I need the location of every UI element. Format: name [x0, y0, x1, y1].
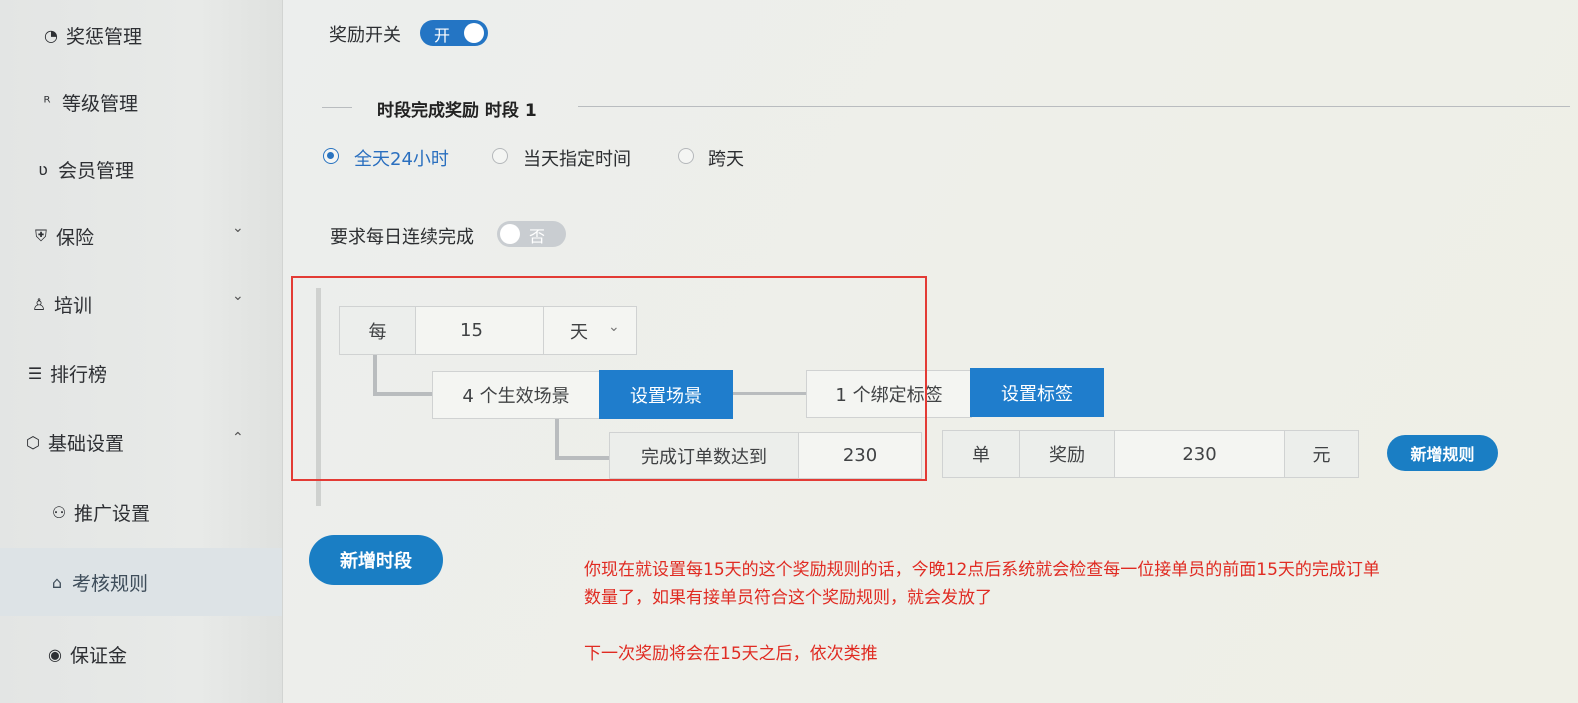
tree-connector: [373, 355, 377, 395]
tree-connector: [555, 456, 610, 460]
add-rule-button-label: 新增规则: [1410, 445, 1475, 464]
set-scene-button[interactable]: 设置场景: [599, 370, 733, 419]
period-input[interactable]: 15: [415, 306, 544, 355]
annotation-line-2: 数量了，如果有接单员符合这个奖励规则，就会发放了: [584, 588, 992, 608]
divider-right: [578, 106, 1570, 107]
annotation-line-1: 你现在就设置每15天的这个奖励规则的话，今晚12点后系统就会检查每一位接单员的前…: [584, 560, 1380, 580]
consecutive-label: 要求每日连续完成: [330, 227, 474, 248]
sidebar-item-levels[interactable]: ᴿ 等级管理: [0, 74, 282, 130]
order-count-input[interactable]: 230: [798, 432, 922, 479]
order-count-value: 230: [842, 445, 878, 466]
tag-count-text: 1 个绑定标签: [835, 385, 943, 406]
reward-unit: 元: [1312, 445, 1331, 466]
complete-label: 完成订单数达到: [641, 446, 767, 468]
reward-amount-value: 230: [1182, 443, 1217, 465]
set-tag-button-label: 设置标签: [1001, 383, 1073, 405]
toggle-state-text: 否: [529, 227, 546, 246]
complete-label-box: 完成订单数达到: [609, 432, 799, 479]
scene-count-box: 4 个生效场景: [432, 371, 600, 419]
sidebar-item-promotion-settings[interactable]: ⚇ 推广设置: [0, 484, 282, 540]
radio-cross-day[interactable]: [678, 148, 694, 164]
rule-house-icon: ⌂: [51, 572, 63, 592]
reward-unit-box: 元: [1284, 430, 1359, 478]
toggle-knob: [464, 23, 484, 43]
list-icon: ☰: [27, 363, 43, 383]
sidebar-item-label: 培训: [54, 294, 93, 317]
chevron-up-icon: ⌃: [232, 430, 244, 446]
sidebar-item-label: 考核规则: [72, 572, 149, 595]
user-level-icon: ᴿ: [43, 92, 51, 112]
section-title: 时段完成奖励 时段 1: [377, 101, 537, 121]
every-label: 每: [368, 321, 387, 343]
sidebar-item-label: 保证金: [70, 644, 128, 667]
order-unit-box: 单: [942, 430, 1020, 478]
reward-switch-toggle[interactable]: 开: [420, 20, 488, 46]
annotation-line-3: 下一次奖励将会在15天之后，依次类推: [584, 644, 878, 664]
reward-amount-input[interactable]: 230: [1114, 430, 1285, 478]
rule-guide-line: [316, 288, 321, 506]
every-label-box: 每: [339, 306, 416, 355]
tree-connector: [733, 392, 807, 395]
settings-hex-icon: ⬡: [26, 432, 40, 452]
radio-cross-day-label: 跨天: [708, 149, 744, 170]
consecutive-toggle[interactable]: 否: [497, 221, 566, 247]
reward-switch-label: 奖励开关: [329, 25, 401, 46]
order-unit: 单: [972, 445, 990, 466]
toggle-state-text: 开: [434, 26, 451, 45]
radio-specified-time[interactable]: [492, 148, 508, 164]
sidebar-item-label: 基础设置: [48, 432, 125, 455]
sidebar-item-training[interactable]: ♙ 培训 ⌄: [0, 276, 282, 332]
promote-user-icon: ⚇: [51, 502, 67, 522]
deposit-icon: ◉: [48, 644, 62, 664]
sidebar-item-rewards[interactable]: ◔ 奖惩管理: [0, 7, 282, 63]
period-value: 15: [460, 320, 483, 341]
sidebar-item-label: 排行榜: [50, 363, 108, 386]
chevron-down-icon: ⌄: [232, 220, 244, 236]
shield-icon: ⛨: [34, 226, 47, 245]
sidebar-item-leaderboard[interactable]: ☰ 排行榜: [0, 345, 282, 401]
divider-left: [322, 107, 352, 108]
sidebar-item-label: 保险: [56, 226, 95, 249]
sidebar-item-basic-settings[interactable]: ⬡ 基础设置 ⌃: [0, 414, 282, 470]
sidebar-item-label: 等级管理: [62, 92, 139, 115]
timer-icon: ◔: [44, 25, 58, 45]
set-scene-button-label: 设置场景: [630, 385, 702, 407]
add-period-button[interactable]: 新增时段: [309, 535, 443, 585]
sidebar-item-label: 推广设置: [74, 502, 151, 525]
chevron-down-icon: ⌄: [232, 288, 244, 304]
reward-label: 奖励: [1049, 445, 1085, 466]
period-unit: 天: [570, 321, 588, 343]
radio-specified-time-label: 当天指定时间: [523, 149, 631, 170]
sidebar-item-deposit[interactable]: ◉ 保证金: [0, 626, 282, 682]
sidebar-item-insurance[interactable]: ⛨ 保险 ⌄: [0, 208, 282, 264]
tree-connector: [555, 419, 559, 459]
toggle-knob: [500, 224, 520, 244]
sidebar: ◔ 奖惩管理 ᴿ 等级管理 ʋ 会员管理 ⛨ 保险 ⌄ ♙ 培训 ⌄ ☰ 排行榜…: [0, 0, 283, 703]
add-period-button-label: 新增时段: [340, 551, 412, 572]
set-tag-button[interactable]: 设置标签: [970, 368, 1104, 417]
sidebar-item-assessment-rules[interactable]: ⌂ 考核规则: [0, 548, 282, 616]
sidebar-item-members[interactable]: ʋ 会员管理: [0, 141, 282, 197]
sidebar-item-label: 奖惩管理: [66, 25, 143, 48]
sidebar-item-label: 会员管理: [58, 159, 135, 182]
training-icon: ♙: [31, 294, 47, 314]
radio-all-day[interactable]: [323, 148, 339, 164]
tree-connector: [373, 392, 433, 396]
reward-label-box: 奖励: [1019, 430, 1115, 478]
add-rule-button[interactable]: 新增规则: [1387, 435, 1498, 471]
member-badge-icon: ʋ: [38, 159, 48, 179]
period-unit-select[interactable]: 天 ⌄: [543, 306, 637, 355]
tag-count-box: 1 个绑定标签: [806, 370, 972, 418]
radio-all-day-label: 全天24小时: [354, 149, 449, 170]
chevron-down-icon: ⌄: [608, 319, 620, 335]
scene-count-text: 4 个生效场景: [462, 386, 570, 407]
